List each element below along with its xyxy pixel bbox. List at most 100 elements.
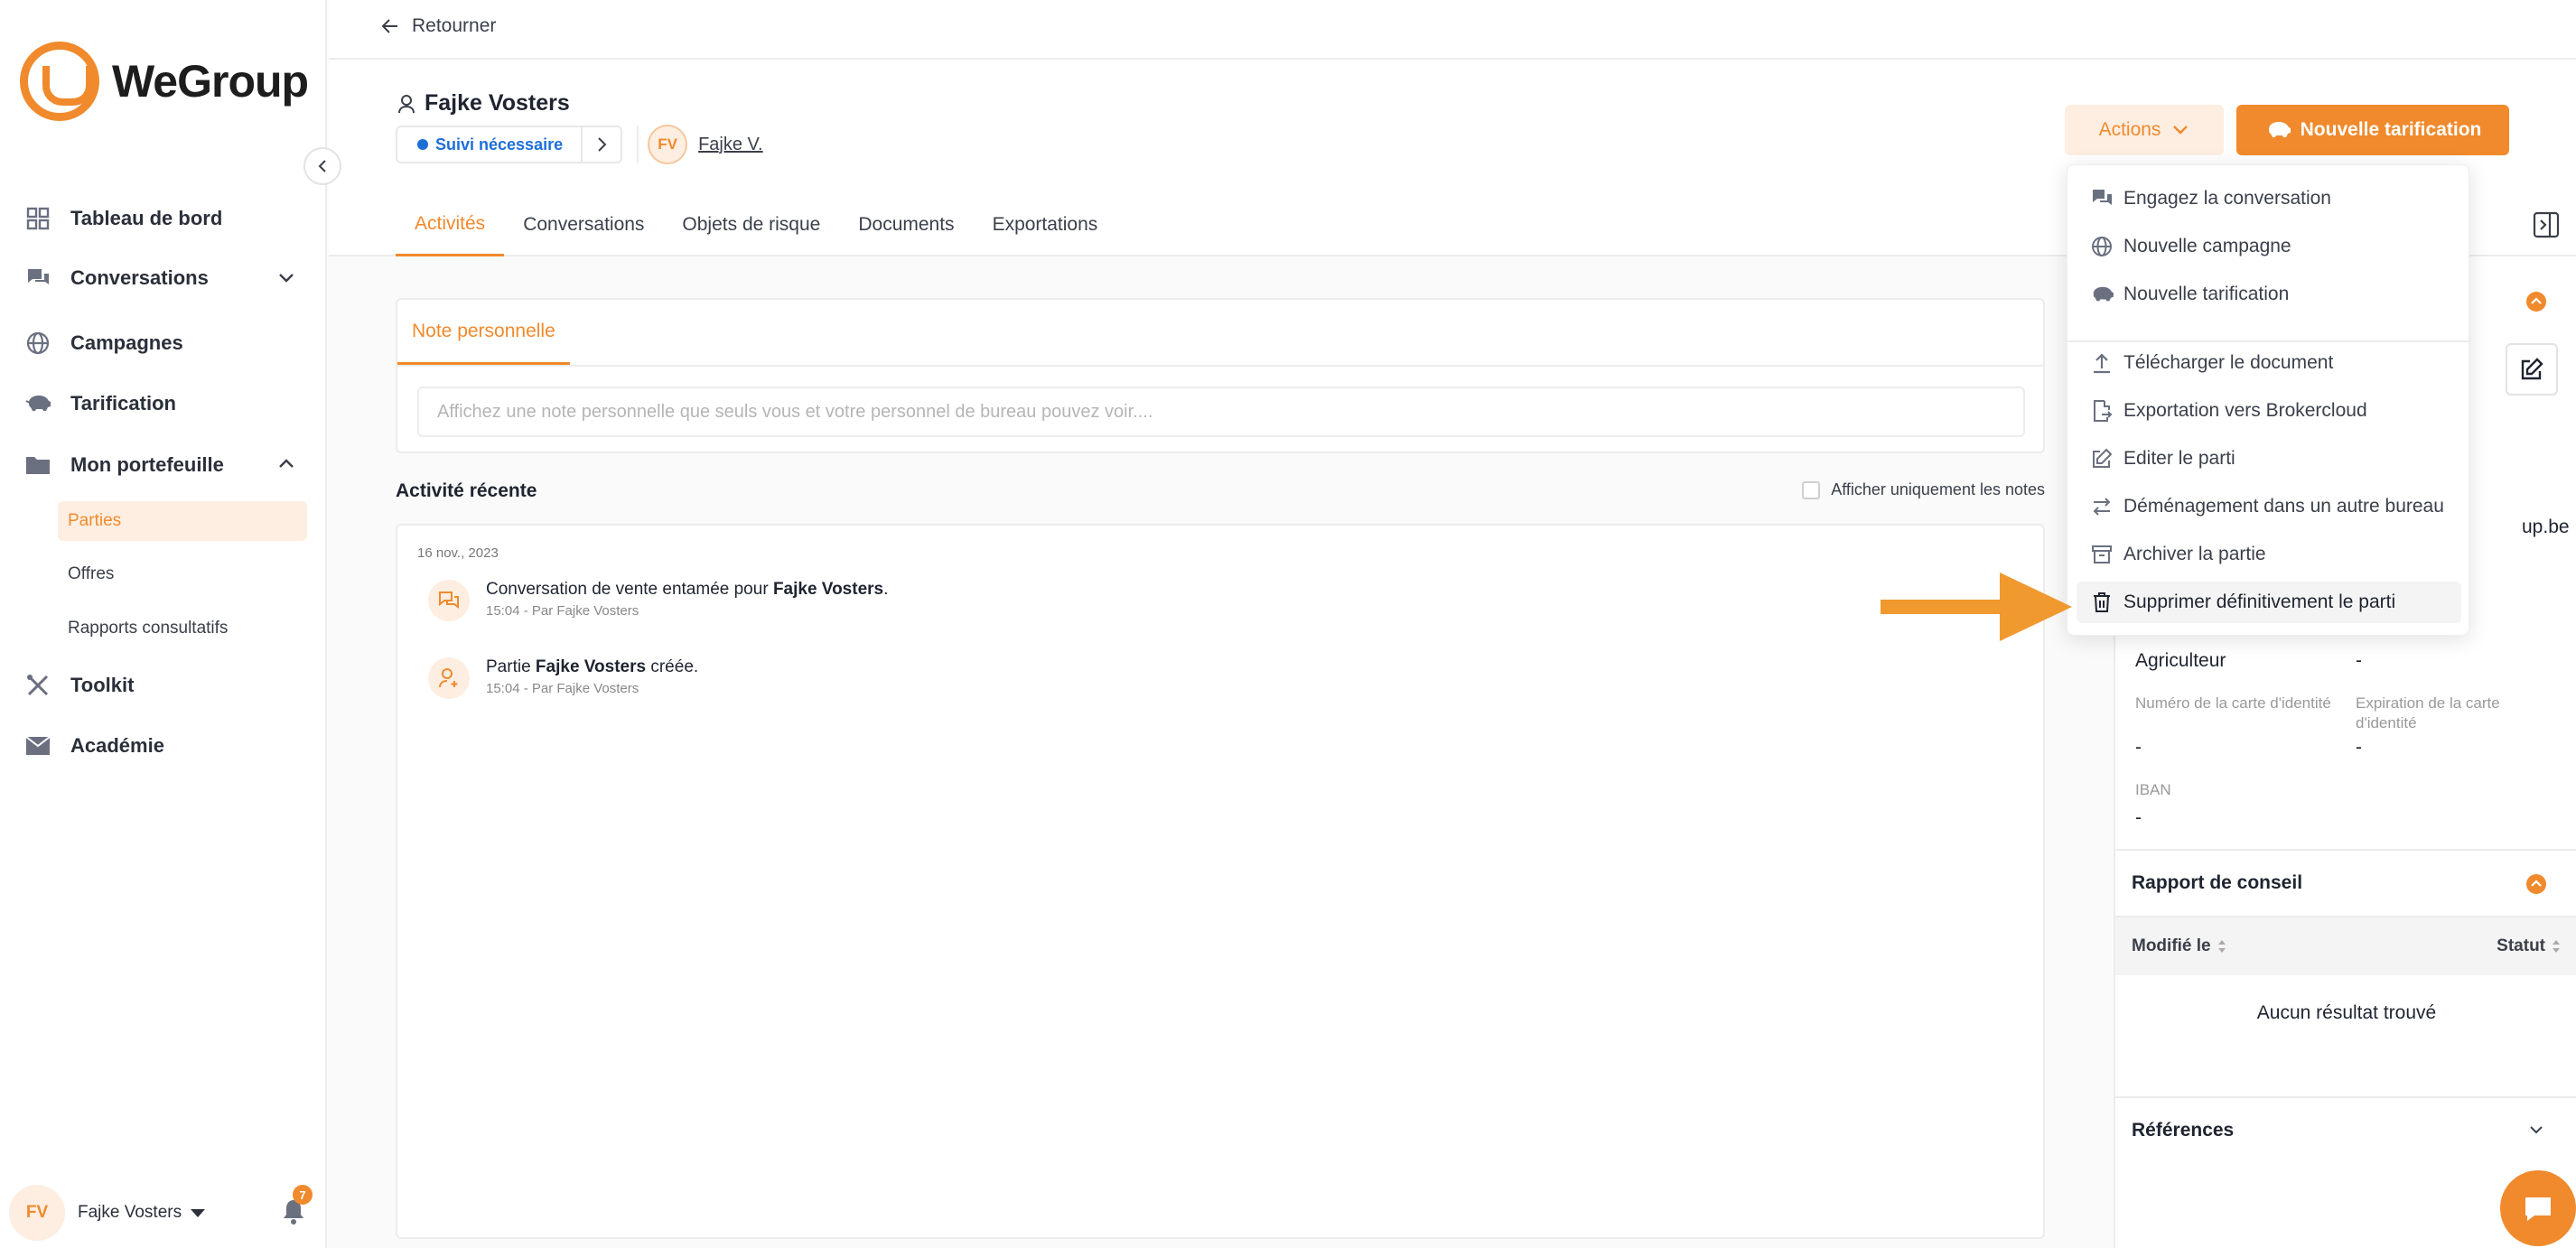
pointer-arrow-icon <box>1881 573 2072 641</box>
activity-text: Partie Fajke Vosters créée. <box>486 657 699 676</box>
sidebar-item-label: Mon portefeuille <box>70 453 224 476</box>
file-export-icon <box>2089 398 2114 424</box>
sidebar-item-dashboard[interactable]: Tableau de bord <box>23 196 313 241</box>
sidebar-item-label: Tarification <box>70 392 176 414</box>
menu-item-label: Archiver la partie <box>2123 544 2266 564</box>
activity-text: Conversation de vente entamée pour Fajke… <box>486 580 889 599</box>
sidebar-subitem-parties[interactable]: Parties <box>58 501 307 541</box>
id-number-value: - <box>2135 737 2142 758</box>
actions-button[interactable]: Actions <box>2065 105 2224 155</box>
menu-item-delete-party[interactable]: Supprimer définitivement le parti <box>2077 582 2461 623</box>
tab-activities[interactable]: Activités <box>396 193 505 256</box>
party-tabs: Activités Conversations Objets de risque… <box>396 193 1116 256</box>
chevron-right-icon <box>598 137 607 152</box>
piggy-bank-icon <box>2089 282 2114 307</box>
id-expiry-label: Expiration de la carte d'identité <box>2356 694 2500 731</box>
party-name: Fajke Vosters <box>425 90 570 116</box>
personal-note-input[interactable] <box>417 387 2025 437</box>
sidebar-item-label: Tableau de bord <box>70 207 223 229</box>
user-menu[interactable]: FV Fajke Vosters 7 <box>9 1183 316 1243</box>
menu-item-archive-party[interactable]: Archiver la partie <box>2077 534 2461 575</box>
activity-meta: 15:04 - Par Fajke Vosters <box>486 681 639 696</box>
piggy-bank-icon <box>2268 122 2291 137</box>
owner-link[interactable]: Fajke V. <box>698 135 763 155</box>
dashboard-icon <box>23 204 52 233</box>
menu-item-edit-party[interactable]: Editer le parti <box>2077 438 2461 480</box>
collapse-sidebar-button[interactable] <box>303 147 341 185</box>
sidebar-item-toolkit[interactable]: Toolkit <box>23 663 313 708</box>
sidebar-item-campaigns[interactable]: Campagnes <box>23 321 313 366</box>
next-status-button[interactable] <box>583 126 623 163</box>
chevron-down-icon[interactable] <box>276 267 296 287</box>
menu-item-start-conversation[interactable]: Engagez la conversation <box>2077 178 2461 219</box>
new-tarification-button[interactable]: Nouvelle tarification <box>2236 105 2509 155</box>
tab-exports[interactable]: Exportations <box>974 193 1117 256</box>
sidebar-item-portfolio[interactable]: Mon portefeuille <box>23 442 313 488</box>
activity-item: Conversation de vente entamée pour Fajke… <box>428 580 888 621</box>
actions-label: Actions <box>2098 119 2161 140</box>
column-status[interactable]: Statut <box>2497 936 2562 956</box>
back-link[interactable]: Retourner <box>381 15 496 37</box>
edit-party-button[interactable] <box>2506 343 2558 396</box>
status-group: Suivi nécessaire FV Fajke V. <box>396 125 763 164</box>
chevron-up-circle-icon[interactable] <box>2525 873 2547 895</box>
tab-documents[interactable]: Documents <box>839 193 973 256</box>
chat-icon <box>23 264 52 293</box>
menu-item-new-campaign[interactable]: Nouvelle campagne <box>2077 226 2461 267</box>
recent-activity-title: Activité récente <box>396 480 537 501</box>
arrow-left-icon <box>381 19 397 33</box>
activity-panel: Note personnelle Activité récente Affich… <box>329 256 2114 1248</box>
sidebar-item-academy[interactable]: Académie <box>23 723 313 768</box>
menu-item-move-office[interactable]: Déménagement dans un autre bureau <box>2077 486 2461 527</box>
tab-personal-note[interactable]: Note personnelle <box>397 300 570 365</box>
notes-only-label: Afficher uniquement les notes <box>1831 480 2045 498</box>
sort-icon <box>2553 939 2560 953</box>
user-name: Fajke Vosters <box>78 1203 182 1222</box>
status-label: Suivi nécessaire <box>435 135 564 154</box>
notifications-button[interactable]: 7 <box>280 1185 313 1231</box>
wegroup-logo[interactable]: WeGroup <box>20 42 309 121</box>
user-icon <box>398 94 415 113</box>
sidebar-item-tarification[interactable]: Tarification <box>23 381 313 426</box>
iban-value: - <box>2135 807 2142 828</box>
party-title: Fajke Vosters <box>397 90 570 116</box>
support-chat-button[interactable] <box>2500 1170 2576 1246</box>
tab-conversations[interactable]: Conversations <box>504 193 663 256</box>
email-value: up.be <box>2522 517 2570 537</box>
sidebar-item-label: Conversations <box>70 266 209 289</box>
logo-text: WeGroup <box>112 56 309 107</box>
sidebar-subitem-advice-reports[interactable]: Rapports consultatifs <box>58 609 307 648</box>
menu-item-new-tarification[interactable]: Nouvelle tarification <box>2077 274 2461 315</box>
panel-collapse-icon[interactable] <box>2533 211 2560 238</box>
civil-status-value: - <box>2356 650 2362 671</box>
references-section[interactable]: Références <box>2115 1096 2576 1163</box>
advice-table-header: Modifié le Statut <box>2115 916 2576 975</box>
mail-icon <box>23 731 52 760</box>
column-modified[interactable]: Modifié le <box>2132 936 2227 956</box>
menu-item-export-brokercloud[interactable]: Exportation vers Brokercloud <box>2077 390 2461 432</box>
trash-icon <box>2089 590 2114 615</box>
chevron-up-circle-icon[interactable] <box>2525 291 2547 312</box>
piggy-bank-icon <box>23 389 52 418</box>
empty-state: Aucun résultat trouvé <box>2256 1002 2437 1023</box>
new-tarification-label: Nouvelle tarification <box>2300 119 2482 140</box>
upload-icon <box>2089 350 2114 376</box>
user-add-icon <box>428 657 470 699</box>
globe-icon <box>23 329 52 358</box>
sidebar-subitem-offers[interactable]: Offres <box>58 554 307 594</box>
tab-risk-objects[interactable]: Objets de risque <box>663 193 839 256</box>
notes-only-checkbox[interactable] <box>1802 480 1821 499</box>
status-badge[interactable]: Suivi nécessaire <box>396 126 583 163</box>
sidebar-item-label: Académie <box>70 734 164 757</box>
chevron-up-icon[interactable] <box>276 454 296 474</box>
advice-report-section[interactable]: Rapport de conseil <box>2115 849 2576 916</box>
status-dot-icon <box>417 139 428 150</box>
caret-down-icon <box>191 1208 206 1217</box>
notes-only-toggle[interactable]: Afficher uniquement les notes <box>1802 480 2045 499</box>
sidebar-item-label: Toolkit <box>70 674 135 696</box>
sidebar-item-conversations[interactable]: Conversations <box>23 256 313 301</box>
menu-item-upload-document[interactable]: Télécharger le document <box>2077 342 2461 384</box>
notification-count: 7 <box>293 1185 313 1205</box>
edit-icon <box>2089 446 2114 471</box>
chevron-down-icon[interactable] <box>2527 1123 2545 1138</box>
